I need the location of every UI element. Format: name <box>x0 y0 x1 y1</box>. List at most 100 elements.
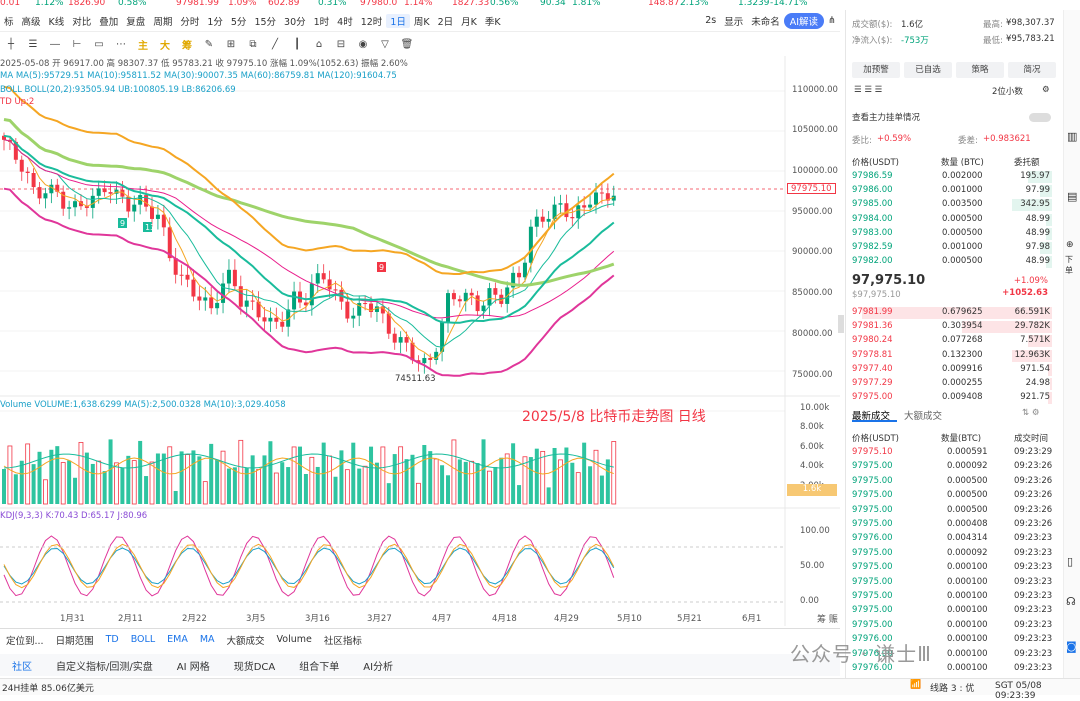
kdj-axis-label: 50.00 <box>800 561 825 571</box>
filter-icon[interactable]: ▽ <box>374 39 396 50</box>
ask-row[interactable]: 97986.59 0.002000 195.97 <box>852 170 1052 184</box>
toolbar-item[interactable]: 对比 <box>68 14 95 28</box>
indicator-item[interactable]: Volume <box>271 634 318 645</box>
grid-icon[interactable]: ⊞ <box>220 39 242 50</box>
bid-row[interactable]: 97977.29 0.000255 24.98 <box>852 377 1052 391</box>
bar-icon[interactable]: ▤ <box>1067 190 1077 203</box>
pen-icon[interactable]: ✎ <box>198 39 220 50</box>
chart-icon[interactable]: ▥ <box>1067 130 1077 143</box>
copy-icon[interactable]: ⧉ <box>242 39 264 50</box>
rectangle-icon[interactable]: ▭ <box>88 39 110 50</box>
indicator-item[interactable]: 日期范围 <box>50 633 100 647</box>
toolbar-item[interactable]: 30分 <box>280 14 310 28</box>
list-icon[interactable]: ☰ <box>22 39 44 50</box>
horizontal-line-icon[interactable]: ― <box>44 39 66 50</box>
ask-row[interactable]: 97985.00 0.003500 342.95 <box>852 198 1052 212</box>
panel-button[interactable]: 加预警 <box>852 62 900 78</box>
book-layout-icon[interactable]: ☰ ☰ ☰ <box>854 85 882 95</box>
toolbar-item[interactable]: 1分 <box>203 14 227 28</box>
chip-button[interactable]: 筹 <box>176 37 198 52</box>
bottom-tab[interactable]: 社区 <box>0 658 44 673</box>
indicator-item[interactable]: 大额成交 <box>221 633 271 647</box>
toolbar-item[interactable]: 5分 <box>227 14 251 28</box>
bid-row[interactable]: 97981.99 0.679625 66.591K <box>852 306 1052 320</box>
orderbook-header: 委托额 <box>1014 158 1040 168</box>
toolbar-item[interactable]: 叠加 <box>95 14 122 28</box>
share-icon[interactable]: ⋔ <box>824 15 840 26</box>
indicator-item[interactable]: MA <box>194 634 221 645</box>
ask-row[interactable]: 97984.00 0.000500 48.99 <box>852 213 1052 227</box>
decimals-select[interactable]: 2位小数 <box>992 85 1023 97</box>
toolbar-right-item[interactable]: 未命名 <box>747 14 784 28</box>
filter-icon[interactable]: ⇅ ⚙ <box>1022 408 1039 418</box>
trend-line-icon[interactable]: ╱ <box>264 39 286 50</box>
main-force-button[interactable]: 主 <box>132 37 154 52</box>
depth-toggle[interactable] <box>1029 113 1051 122</box>
bottom-tab[interactable]: AI 网格 <box>165 658 222 673</box>
toolbar-right-item[interactable]: 2s <box>701 15 720 26</box>
indicator-item[interactable]: BOLL <box>125 634 161 645</box>
toolbar-item[interactable]: 2日 <box>434 14 458 28</box>
panel-button[interactable]: 已自选 <box>904 62 952 78</box>
chart-settings[interactable]: 筹 赈 <box>817 612 838 625</box>
toolbar-item[interactable]: 分时 <box>176 14 203 28</box>
more-dots-icon[interactable]: ⋯ <box>110 39 132 50</box>
bid-row[interactable]: 97977.40 0.009916 971.54 <box>852 363 1052 377</box>
settings-icon[interactable]: ⚙ <box>1042 85 1050 95</box>
toolbar-item[interactable]: 周K <box>410 14 434 28</box>
big-order-button[interactable]: 大 <box>154 37 176 52</box>
toolbar-item[interactable]: K线 <box>45 14 69 28</box>
bag-icon[interactable]: ⌂ <box>308 39 330 50</box>
toolbar-item[interactable]: 高级 <box>18 14 45 28</box>
candle-body <box>451 293 456 300</box>
bid-total: 921.75 <box>1020 392 1050 403</box>
toolbar-item[interactable]: 周期 <box>149 14 176 28</box>
side-label-order[interactable]: 下单 <box>1065 254 1080 276</box>
toolbar-item[interactable]: 月K <box>457 14 481 28</box>
bot-icon[interactable]: ◙ <box>1066 640 1077 653</box>
bottom-tab[interactable]: 现货DCA <box>222 658 288 673</box>
bottom-tab[interactable]: AI分析 <box>351 658 405 673</box>
collapse-handle[interactable] <box>838 315 844 333</box>
indicator-item[interactable]: TD <box>100 634 125 645</box>
toolbar-right-item[interactable]: AI解读 <box>783 12 825 29</box>
toolbar-item[interactable]: 1日 <box>386 13 410 28</box>
toolbar-item[interactable]: 标 <box>0 14 18 28</box>
crosshair-icon[interactable]: ┼ <box>0 39 22 50</box>
ask-row[interactable]: 97983.00 0.000500 48.99 <box>852 227 1052 241</box>
eye-icon[interactable]: ◉ <box>352 39 374 50</box>
toolbar-item[interactable]: 15分 <box>250 14 280 28</box>
toolbar-item[interactable]: 1时 <box>310 14 334 28</box>
toolbar-item[interactable]: 12时 <box>357 14 387 28</box>
bid-row[interactable]: 97978.81 0.132300 12.963K <box>852 349 1052 363</box>
panel-button[interactable]: 简况 <box>1008 62 1056 78</box>
trades-tab[interactable]: 大额成交 <box>904 408 942 422</box>
chart-canvas[interactable]: 9 13 9 <box>0 56 842 626</box>
toolbar-right-item[interactable]: 显示 <box>720 14 747 28</box>
candle-icon[interactable]: ┃ <box>286 39 308 50</box>
depth-link[interactable]: 查看主力挂单情况 <box>852 111 920 123</box>
ask-row[interactable]: 97982.59 0.001000 97.98 <box>852 241 1052 255</box>
panel-button[interactable]: 策略 <box>956 62 1004 78</box>
ask-row[interactable]: 97986.00 0.001000 97.99 <box>852 184 1052 198</box>
trash-icon[interactable]: 🗑 <box>396 39 418 50</box>
bottom-tab[interactable]: 自定义指标/回测/实盘 <box>44 658 165 673</box>
doc-icon[interactable]: ▯ <box>1067 555 1073 568</box>
indicator-item[interactable]: 定位到... <box>0 633 50 647</box>
trade-price: 97976.00 <box>852 533 893 544</box>
bid-row[interactable]: 97975.00 0.009408 921.75 <box>852 391 1052 405</box>
bid-row[interactable]: 97981.36 0.303954 29.782K <box>852 320 1052 334</box>
toolbar-item[interactable]: 季K <box>481 14 505 28</box>
indicator-item[interactable]: EMA <box>161 634 194 645</box>
toolbar-item[interactable]: 复盘 <box>122 14 149 28</box>
bid-row[interactable]: 97980.24 0.077268 7.571K <box>852 334 1052 348</box>
candle-body <box>446 293 450 323</box>
headset-icon[interactable]: ☊ <box>1066 595 1076 608</box>
bottom-tab[interactable]: 组合下单 <box>287 658 351 673</box>
order-icon[interactable]: ⊕ <box>1066 240 1074 250</box>
ask-row[interactable]: 97982.00 0.000500 48.99 <box>852 255 1052 269</box>
segment-icon[interactable]: ⊢ <box>66 39 88 50</box>
toolbar-item[interactable]: 4时 <box>333 14 357 28</box>
indicator-item[interactable]: 社区指标 <box>318 633 368 647</box>
lock-icon[interactable]: ⊟ <box>330 39 352 50</box>
